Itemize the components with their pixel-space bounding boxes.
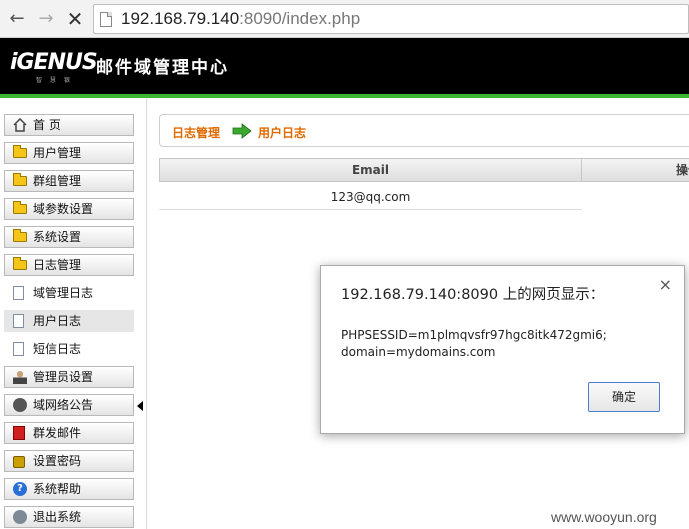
green-arrow-icon — [232, 123, 252, 139]
breadcrumb-current: 用户日志 — [258, 126, 307, 140]
alert-dialog: 192.168.79.140:8090 上的网页显示： × PHPSESSID=… — [320, 265, 685, 434]
logo-subtitle: 智 慧 银 — [36, 77, 73, 84]
sidebar-item-home[interactable]: 首 页 — [4, 114, 134, 136]
lock-icon — [13, 456, 25, 468]
page-icon — [100, 12, 112, 27]
mail-icon — [13, 426, 25, 440]
sidebar-item-label: 群发邮件 — [33, 426, 82, 440]
sidebar-item-label: 系统帮助 — [33, 482, 82, 496]
sidebar-item-label: 用户日志 — [33, 314, 82, 328]
column-header-action-label: 操作 — [675, 163, 689, 177]
app-header: iGENUS 智 慧 银 邮件域管理中心 — [0, 38, 689, 94]
dialog-message-line-1: PHPSESSID=m1plmqvsfr97hgc8itk472gmi6; — [341, 328, 607, 342]
watermark: www.wooyun.org — [551, 509, 657, 525]
browser-toolbar: ← → ✕ 192.168.79.140:8090/index.php — [0, 0, 689, 38]
sidebar-item-help[interactable]: ? 系统帮助 — [4, 478, 134, 500]
sidebar-item-set-password[interactable]: 设置密码 — [4, 450, 134, 472]
sidebar-item-user-log[interactable]: 用户日志 — [4, 310, 134, 332]
sidebar-item-label: 域参数设置 — [33, 202, 94, 216]
sidebar-item-admin-settings[interactable]: 管理员设置 — [4, 366, 134, 388]
sidebar-item-label: 系统设置 — [33, 230, 82, 244]
exit-icon — [13, 510, 27, 524]
breadcrumb: 日志管理 用户日志 — [159, 114, 689, 147]
sidebar-item-label: 首 页 — [33, 118, 61, 132]
document-icon — [13, 342, 24, 356]
sidebar-item-label: 群组管理 — [33, 174, 82, 188]
address-bar[interactable]: 192.168.79.140:8090/index.php — [93, 4, 689, 34]
back-arrow-icon[interactable]: ← — [6, 8, 28, 30]
sidebar-item-label: 日志管理 — [33, 258, 82, 272]
ok-button[interactable]: 确定 — [588, 382, 660, 412]
sidebar-item-label: 退出系统 — [33, 510, 82, 524]
network-icon — [13, 398, 27, 412]
sidebar-item-label: 用户管理 — [33, 146, 82, 160]
sidebar-item-label: 域网络公告 — [33, 398, 94, 412]
sidebar-item-sms-log[interactable]: 短信日志 — [4, 338, 134, 360]
column-header-action: 操作 — [581, 158, 689, 182]
folder-icon — [13, 145, 27, 158]
sidebar-item-label: 短信日志 — [33, 342, 82, 356]
url-host: 192.168.79.140 — [121, 9, 240, 28]
sidebar-item-label: 设置密码 — [33, 454, 82, 468]
help-icon: ? — [13, 482, 27, 496]
sidebar-item-label: 管理员设置 — [33, 370, 94, 384]
dialog-title: 192.168.79.140:8090 上的网页显示： — [341, 287, 605, 303]
dialog-message-line-2: domain=mydomains.com — [341, 345, 496, 359]
app-title: 邮件域管理中心 — [96, 58, 229, 78]
sidebar-item-domain-bulletin[interactable]: 域网络公告 — [4, 394, 134, 416]
sidebar-item-user-management[interactable]: 用户管理 — [4, 142, 134, 164]
home-icon — [13, 117, 27, 132]
email-cell: 123@qq.com — [330, 190, 411, 204]
column-header-email: Email — [159, 158, 582, 182]
dialog-message: PHPSESSID=m1plmqvsfr97hgc8itk472gmi6; do… — [341, 327, 671, 361]
sidebar-item-domain-settings[interactable]: 域参数设置 — [4, 198, 134, 220]
igenus-logo: iGENUS — [10, 50, 98, 75]
url-text[interactable]: 192.168.79.140:8090/index.php — [121, 9, 360, 29]
close-icon[interactable]: × — [659, 275, 672, 294]
document-icon — [13, 286, 24, 300]
table-row: 123@qq.com — [159, 188, 582, 210]
sidebar-item-log-management[interactable]: 日志管理 — [4, 254, 134, 276]
sidebar-item-mass-mail[interactable]: 群发邮件 — [4, 422, 134, 444]
sidebar: 首 页 用户管理 群组管理 域参数设置 系统设置 日志管理 域管理日志 用户日志… — [0, 98, 147, 529]
sidebar-item-domain-admin-log[interactable]: 域管理日志 — [4, 282, 134, 304]
sidebar-item-label: 域管理日志 — [33, 286, 94, 300]
user-icon — [13, 370, 27, 384]
forward-arrow-icon[interactable]: → — [35, 8, 57, 30]
folder-icon — [13, 173, 27, 186]
sidebar-item-logout[interactable]: 退出系统 — [4, 506, 134, 528]
folder-icon — [13, 229, 27, 242]
sidebar-item-system-settings[interactable]: 系统设置 — [4, 226, 134, 248]
document-icon — [13, 314, 24, 328]
stop-icon[interactable]: ✕ — [64, 8, 86, 30]
breadcrumb-parent[interactable]: 日志管理 — [172, 124, 220, 141]
folder-icon — [13, 201, 27, 214]
sidebar-item-group-management[interactable]: 群组管理 — [4, 170, 134, 192]
url-path: :8090/index.php — [239, 9, 361, 28]
folder-open-icon — [13, 257, 27, 270]
sidebar-collapse-arrow-icon[interactable] — [137, 401, 143, 411]
